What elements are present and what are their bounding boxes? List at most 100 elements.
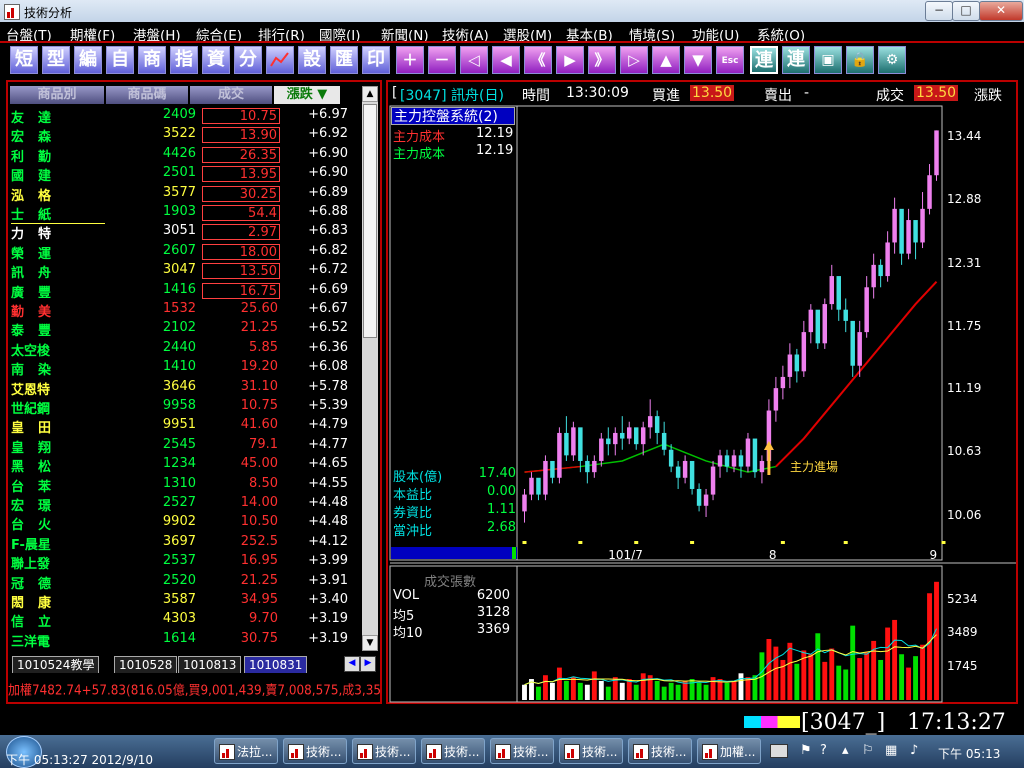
prev-icon[interactable]: ◀ bbox=[492, 46, 520, 74]
toolbar-button-7[interactable]: 分 bbox=[234, 46, 262, 74]
taskbar-item-5[interactable]: 技術... bbox=[559, 738, 623, 764]
stock-change: +6.52 bbox=[308, 320, 348, 336]
table-row[interactable]: 泓格 3577 30.25 +6.89 bbox=[10, 185, 360, 204]
taskbar-item-4[interactable]: 技術... bbox=[490, 738, 554, 764]
toolbar-button-4[interactable]: 商 bbox=[138, 46, 166, 74]
vol-stat-label: 均10 bbox=[393, 626, 423, 641]
col-header-price[interactable]: 成交 bbox=[190, 86, 272, 104]
taskbar-item-label: 技術... bbox=[375, 745, 411, 759]
taskbar-item-1[interactable]: 技術... bbox=[283, 738, 347, 764]
table-row[interactable]: 力特 3051 2.97 +6.83 bbox=[10, 223, 360, 242]
toolbar-button-1[interactable]: 型 bbox=[42, 46, 70, 74]
lock-icon[interactable]: 🔒 bbox=[846, 46, 874, 74]
table-row[interactable]: F-晨星 3697 252.5 +4.12 bbox=[10, 534, 360, 553]
table-row[interactable]: 士紙 1903 54.4 +6.88 bbox=[10, 204, 360, 224]
last-icon[interactable]: ▷ bbox=[620, 46, 648, 74]
down-icon[interactable]: ▼ bbox=[684, 46, 712, 74]
next-icon[interactable]: ▶ bbox=[556, 46, 584, 74]
stat-label: 當沖比 bbox=[393, 524, 433, 539]
table-row[interactable]: 訊舟 3047 13.50 +6.72 bbox=[10, 262, 360, 281]
toolbar-button2-1[interactable]: 匯 bbox=[330, 46, 358, 74]
scroll-down-icon[interactable]: ▼ bbox=[362, 635, 378, 651]
table-row[interactable]: 南染 1410 19.20 +6.08 bbox=[10, 359, 360, 378]
taskbar-item-7[interactable]: 加權... bbox=[697, 738, 761, 764]
first-icon[interactable]: ◁ bbox=[460, 46, 488, 74]
close-button[interactable]: ✕ bbox=[979, 1, 1023, 21]
table-row[interactable]: 廣豐 1416 16.75 +6.69 bbox=[10, 282, 360, 301]
tab-0[interactable]: 1010524教學 bbox=[12, 656, 100, 673]
keyboard-icon[interactable] bbox=[770, 744, 788, 758]
table-row[interactable]: 艾恩特 3646 31.10 +5.78 bbox=[10, 379, 360, 398]
table-row[interactable]: 世紀鋼 9958 10.75 +5.39 bbox=[10, 398, 360, 417]
table-row[interactable]: 聯上發 2537 16.95 +3.99 bbox=[10, 553, 360, 572]
tab-2[interactable]: 1010813 bbox=[178, 656, 242, 673]
esc-icon[interactable]: Esc bbox=[716, 46, 744, 74]
table-row[interactable]: 冠德 2520 21.25 +3.91 bbox=[10, 573, 360, 592]
table-row[interactable]: 台火 9902 10.50 +4.48 bbox=[10, 514, 360, 533]
table-row[interactable]: 皇翔 2545 79.1 +4.77 bbox=[10, 437, 360, 456]
col-header-name[interactable]: 商品別 bbox=[10, 86, 104, 104]
col-header-code[interactable]: 商品碼 bbox=[106, 86, 188, 104]
table-row[interactable]: 利勤 4426 26.35 +6.90 bbox=[10, 146, 360, 165]
minimize-button[interactable]: − bbox=[925, 1, 953, 21]
table-row[interactable]: 皇田 9951 41.60 +4.79 bbox=[10, 417, 360, 436]
tab-3[interactable]: 1010831 bbox=[244, 656, 308, 673]
tray-arrow-icon[interactable]: ▴ bbox=[842, 743, 849, 758]
table-row[interactable]: 勤美 1532 25.60 +6.67 bbox=[10, 301, 360, 320]
table-row[interactable]: 宏森 3522 13.90 +6.92 bbox=[10, 126, 360, 145]
toolbar-button-2[interactable]: 編 bbox=[74, 46, 102, 74]
table-row[interactable]: 閎康 3587 34.95 +3.40 bbox=[10, 592, 360, 611]
settings-icon[interactable]: ⚙ bbox=[878, 46, 906, 74]
table-row[interactable]: 太空梭 2440 5.85 +6.36 bbox=[10, 340, 360, 359]
scroll-up-icon[interactable]: ▲ bbox=[362, 86, 378, 102]
network-icon[interactable]: ▦ bbox=[885, 743, 897, 758]
fast-forward-icon[interactable]: 》 bbox=[588, 46, 616, 74]
tab-1[interactable]: 1010528 bbox=[114, 656, 178, 673]
list-scrollbar[interactable]: ▲ ▼ bbox=[362, 86, 378, 651]
taskbar-item-3[interactable]: 技術... bbox=[421, 738, 485, 764]
table-row[interactable]: 國建 2501 13.95 +6.90 bbox=[10, 165, 360, 184]
toolbar-button2-2[interactable]: 印 bbox=[362, 46, 390, 74]
maximize-button[interactable]: □ bbox=[952, 1, 980, 21]
link-button-0[interactable]: 連 bbox=[750, 46, 778, 74]
toolbar-button2-0[interactable]: 設 bbox=[298, 46, 326, 74]
table-row[interactable]: 友達 2409 10.75 +6.97 bbox=[10, 107, 360, 126]
tray-clock[interactable]: 下午 05:13 bbox=[938, 745, 1000, 762]
stock-price: 10.50 bbox=[240, 514, 278, 530]
toolbar-button-0[interactable]: 短 bbox=[10, 46, 38, 74]
scroll-thumb[interactable] bbox=[363, 104, 377, 338]
indicator-system-selector[interactable]: 主力控盤系統(2) bbox=[391, 107, 515, 125]
taskbar-item-6[interactable]: 技術... bbox=[628, 738, 692, 764]
table-row[interactable]: 黑松 1234 45.00 +4.65 bbox=[10, 456, 360, 475]
window-icon[interactable]: ▣ bbox=[814, 46, 842, 74]
up-icon[interactable]: ▲ bbox=[652, 46, 680, 74]
stock-change: +6.67 bbox=[308, 301, 348, 316]
tab-next-icon[interactable]: ▶ bbox=[360, 656, 376, 672]
col-header-change[interactable]: 漲跌 ▼ bbox=[274, 86, 340, 104]
minus-icon[interactable]: － bbox=[428, 46, 456, 74]
table-row[interactable]: 泰豐 2102 21.25 +6.52 bbox=[10, 320, 360, 339]
taskbar-item-2[interactable]: 技術... bbox=[352, 738, 416, 764]
table-row[interactable]: 信立 4303 9.70 +3.19 bbox=[10, 611, 360, 630]
table-row[interactable]: 三洋電 1614 30.75 +3.19 bbox=[10, 631, 360, 650]
chart-line-icon[interactable] bbox=[266, 46, 294, 74]
taskbar-item-0[interactable]: 法拉... bbox=[214, 738, 278, 764]
flag-icon[interactable]: ⚑ bbox=[800, 743, 812, 758]
toolbar-button-3[interactable]: 自 bbox=[106, 46, 134, 74]
volume-icon[interactable]: ♪ bbox=[910, 743, 918, 758]
window-titlebar: 技術分析 − □ ✕ bbox=[0, 0, 1024, 23]
stock-code: 2527 bbox=[162, 495, 196, 510]
rewind-icon[interactable]: 《 bbox=[524, 46, 552, 74]
table-row[interactable]: 台苯 1310 8.50 +4.55 bbox=[10, 476, 360, 495]
toolbar-button-6[interactable]: 資 bbox=[202, 46, 230, 74]
stock-name: 廣豐 bbox=[11, 285, 66, 301]
help-icon[interactable]: ? bbox=[820, 743, 827, 758]
stock-change: +6.90 bbox=[308, 165, 348, 181]
link-button-1[interactable]: 連 bbox=[782, 46, 810, 74]
plus-icon[interactable]: ＋ bbox=[396, 46, 424, 74]
tab-prev-icon[interactable]: ◀ bbox=[344, 656, 360, 672]
table-row[interactable]: 宏璟 2527 14.00 +4.48 bbox=[10, 495, 360, 514]
toolbar-button-5[interactable]: 指 bbox=[170, 46, 198, 74]
table-row[interactable]: 榮運 2607 18.00 +6.82 bbox=[10, 243, 360, 262]
action-center-icon[interactable]: ⚐ bbox=[862, 743, 874, 758]
